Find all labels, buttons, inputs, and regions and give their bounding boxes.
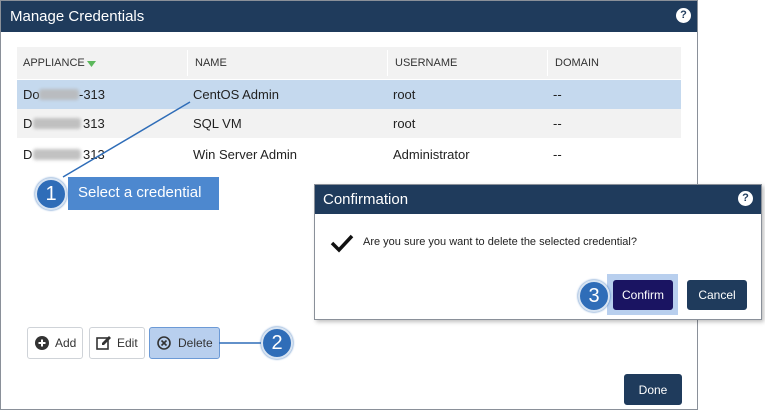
confirmation-title: Confirmation [323, 191, 409, 208]
confirmation-titlebar: Confirmation ? [315, 185, 761, 214]
cancel-button[interactable]: Cancel [687, 280, 747, 310]
confirmation-dialog: Confirmation ? Are you sure you want to … [314, 184, 762, 320]
callout-step-1: 1 [35, 178, 67, 210]
confirmation-message: Are you sure you want to delete the sele… [363, 236, 637, 248]
confirm-button[interactable]: Confirm [613, 280, 673, 310]
callout-select-credential: Select a credential [68, 177, 219, 210]
callout-step-2: 2 [261, 327, 293, 359]
checkmark-icon [330, 234, 354, 253]
help-icon[interactable]: ? [738, 191, 753, 206]
callout-step-3: 3 [578, 280, 610, 312]
